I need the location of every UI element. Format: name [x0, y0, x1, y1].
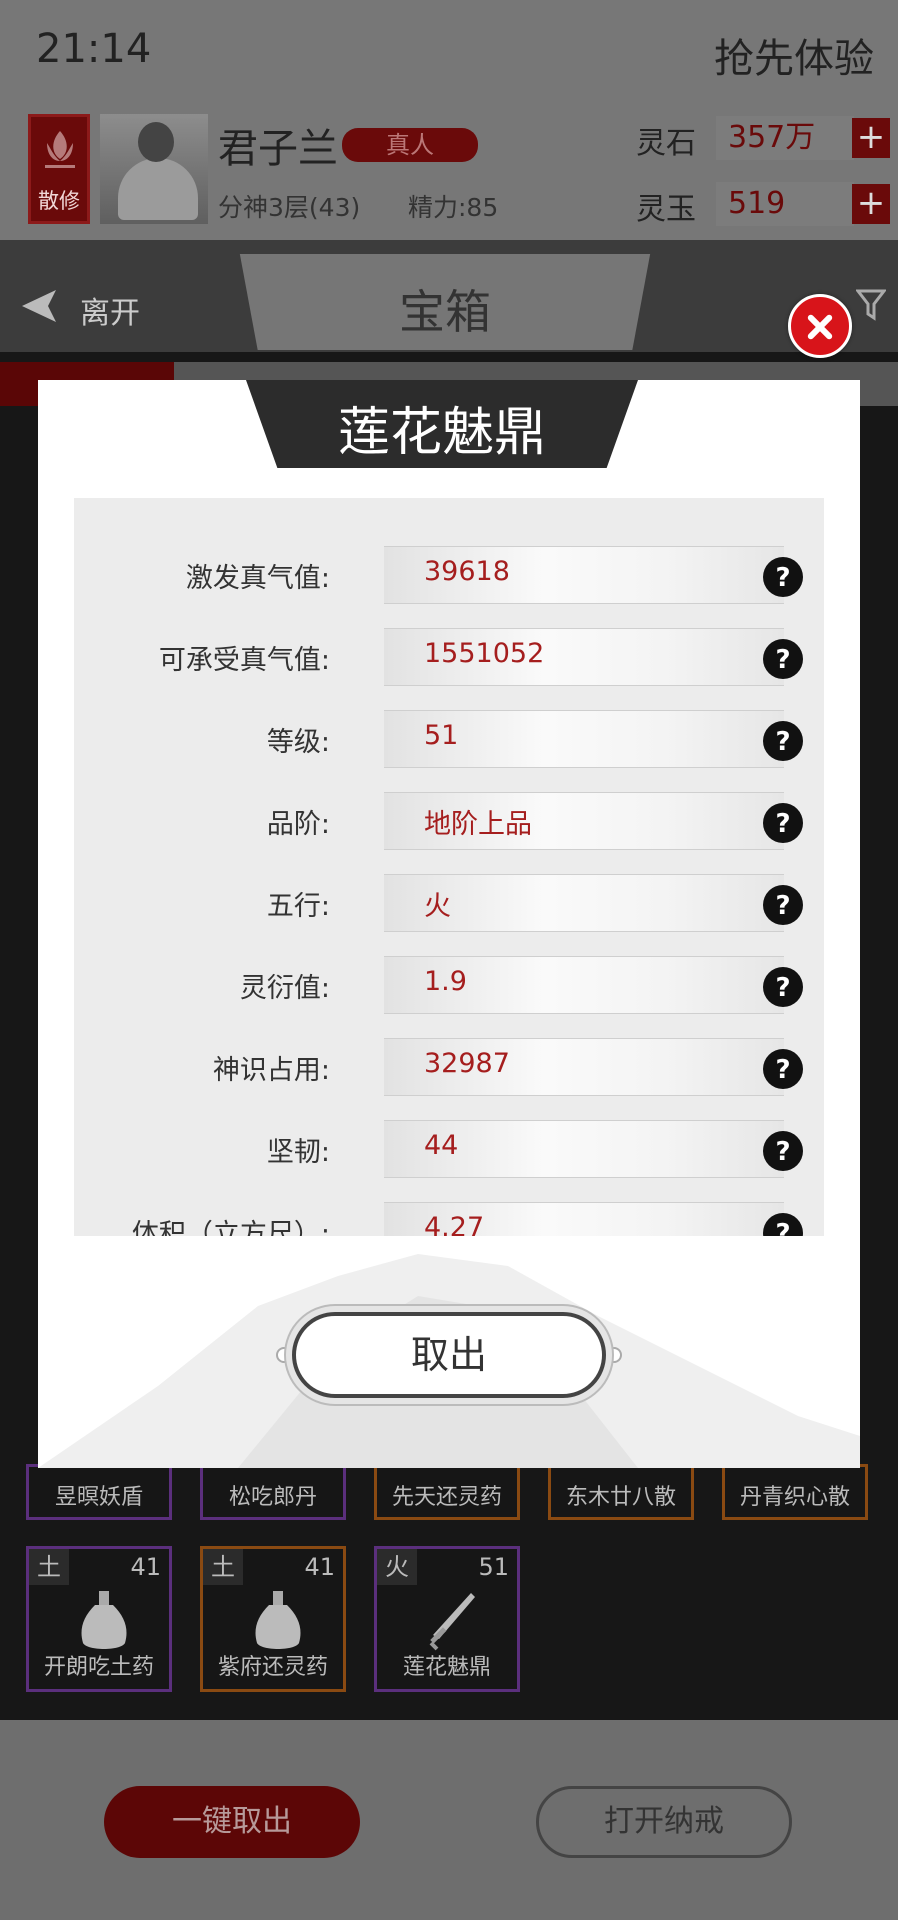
list-item[interactable]: 土 41 紫府还灵药	[200, 1546, 346, 1692]
button-ornament	[276, 1347, 292, 1363]
list-item[interactable]: 土 41 开朗吃土药	[26, 1546, 172, 1692]
back-arrow-icon[interactable]	[18, 286, 60, 326]
filter-icon[interactable]	[856, 288, 886, 322]
svg-text:?: ?	[775, 645, 790, 675]
help-icon[interactable]: ?	[762, 1130, 804, 1172]
stat-row: 可承受真气值: 1551052 ?	[74, 616, 824, 698]
stat-key: 激发真气值:	[185, 563, 330, 594]
list-item[interactable]: 松吃郎丹	[200, 1464, 346, 1520]
tile-element: 土	[29, 1549, 69, 1585]
player-energy: 精力:85	[408, 193, 499, 222]
stat-value: 地阶上品	[424, 809, 532, 840]
stat-row: 品阶: 地阶上品 ?	[74, 780, 824, 862]
page-title: 宝箱	[399, 285, 491, 339]
tile-name: 开朗吃土药	[43, 1655, 154, 1680]
stat-row: 神识占用: 32987 ?	[74, 1026, 824, 1108]
tile-level: 41	[304, 1553, 335, 1581]
svg-text:?: ?	[775, 727, 790, 757]
svg-text:?: ?	[775, 973, 790, 1003]
tile-name: 松吃郎丹	[228, 1485, 317, 1510]
stat-key: 灵衍值:	[239, 973, 330, 1004]
tile-level: 51	[478, 1553, 509, 1581]
tile-level: 41	[130, 1553, 161, 1581]
add-spirit-jade-button[interactable]: +	[852, 184, 890, 224]
list-item[interactable]: 先天还灵药	[374, 1464, 520, 1520]
list-item[interactable]: 火 51 莲花魅鼎	[374, 1546, 520, 1692]
tile-element: 火	[377, 1549, 417, 1585]
help-icon[interactable]: ?	[762, 802, 804, 844]
stat-value: 4.27	[424, 1212, 485, 1236]
player-name: 君子兰	[218, 126, 338, 172]
close-icon[interactable]	[788, 294, 852, 358]
potion-bottle-icon	[81, 1591, 127, 1649]
tile-name: 先天还灵药	[391, 1485, 502, 1510]
stat-value: 44	[424, 1130, 459, 1161]
svg-text:?: ?	[775, 563, 790, 593]
list-item[interactable]: 昱暝妖盾	[26, 1464, 172, 1520]
svg-text:?: ?	[775, 1055, 790, 1085]
stat-value: 32987	[424, 1048, 510, 1079]
help-icon[interactable]: ?	[762, 556, 804, 598]
sect-badge: 散修	[28, 114, 90, 224]
stat-value: 1.9	[424, 966, 467, 997]
svg-text:?: ?	[775, 1219, 790, 1236]
open-ring-button[interactable]: 打开纳戒	[536, 1786, 792, 1858]
stat-row: 五行: 火 ?	[74, 862, 824, 944]
stat-key: 等级:	[266, 727, 330, 758]
help-icon[interactable]: ?	[762, 1048, 804, 1090]
stat-key: 品阶:	[266, 809, 330, 840]
take-out-button[interactable]: 取出	[292, 1312, 606, 1398]
player-realm: 分神3层(43)	[218, 193, 361, 222]
sect-label: 散修	[38, 189, 80, 213]
svg-text:?: ?	[775, 891, 790, 921]
stat-row: 灵衍值: 1.9 ?	[74, 944, 824, 1026]
tile-name: 莲花魅鼎	[402, 1655, 491, 1680]
tile-name: 东木廿八散	[565, 1485, 676, 1510]
tile-name: 丹青织心散	[739, 1485, 850, 1510]
stat-value: 火	[424, 891, 451, 922]
help-icon[interactable]: ?	[762, 966, 804, 1008]
help-icon[interactable]: ?	[762, 720, 804, 762]
stat-key: 可承受真气值:	[158, 645, 330, 676]
avatar[interactable]	[100, 114, 208, 224]
stat-value: 39618	[424, 556, 510, 587]
stats-panel: 激发真气值: 39618 ? 可承受真气值: 1551052 ? 等级: 51 …	[74, 498, 824, 1236]
stat-row: 激发真气值: 39618 ?	[74, 534, 824, 616]
spirit-stone-label: 灵石	[636, 126, 696, 161]
spirit-stone-value: 357万	[716, 116, 854, 160]
back-button[interactable]: 离开	[80, 288, 140, 332]
stat-key: 神识占用:	[212, 1055, 330, 1086]
stat-value: 1551052	[424, 638, 545, 669]
svg-text:?: ?	[775, 809, 790, 839]
stat-value: 51	[424, 720, 459, 751]
stat-key: 体积（立方尺）:	[131, 1219, 330, 1236]
stat-key: 坚韧:	[266, 1137, 330, 1168]
svg-text:?: ?	[775, 1137, 790, 1167]
tile-name: 紫府还灵药	[217, 1655, 328, 1680]
add-spirit-stone-button[interactable]: +	[852, 118, 890, 158]
sword-icon	[429, 1593, 475, 1651]
take-all-button[interactable]: 一键取出	[104, 1786, 360, 1858]
help-icon[interactable]: ?	[762, 884, 804, 926]
stat-row: 坚韧: 44 ?	[74, 1108, 824, 1190]
help-icon[interactable]: ?	[762, 1212, 804, 1236]
dialog-title: 莲花魅鼎	[337, 403, 546, 463]
lotus-emblem-icon	[45, 131, 75, 168]
help-icon[interactable]: ?	[762, 638, 804, 680]
stat-row: 体积（立方尺）: 4.27 ?	[74, 1190, 824, 1236]
button-ornament	[606, 1347, 622, 1363]
stat-row: 等级: 51 ?	[74, 698, 824, 780]
status-time: 21:14	[36, 26, 152, 72]
spirit-jade-label: 灵玉	[636, 192, 696, 227]
player-tag-badge: 真人	[342, 128, 478, 162]
tile-element: 土	[203, 1549, 243, 1585]
promo-label[interactable]: 抢先体验	[714, 26, 874, 84]
potion-bottle-icon	[255, 1591, 301, 1649]
list-item[interactable]: 丹青织心散	[722, 1464, 868, 1520]
stat-key: 五行:	[266, 891, 330, 922]
spirit-jade-value: 519	[716, 182, 854, 226]
tile-name: 昱暝妖盾	[54, 1485, 143, 1510]
list-item[interactable]: 东木廿八散	[548, 1464, 694, 1520]
